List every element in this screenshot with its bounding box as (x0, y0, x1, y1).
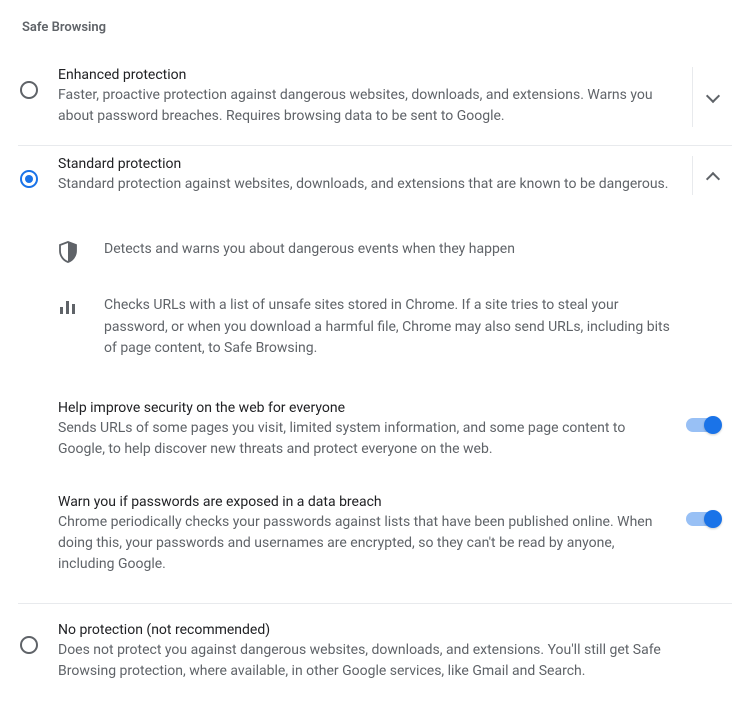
radio-enhanced[interactable] (20, 81, 38, 99)
radio-standard[interactable] (20, 170, 38, 188)
sub-improve-security: Help improve security on the web for eve… (18, 376, 732, 470)
option-content: Enhanced protection Faster, proactive pr… (58, 67, 692, 127)
toggle-col (676, 494, 720, 526)
option-desc: Standard protection against websites, do… (58, 174, 678, 195)
option-standard[interactable]: Standard protection Standard protection … (18, 146, 732, 213)
sub-desc: Chrome periodically checks your password… (58, 512, 658, 575)
shield-icon (58, 239, 104, 263)
radio-col (18, 156, 58, 188)
radio-no-protection[interactable] (20, 636, 38, 654)
option-desc: Faster, proactive protection against dan… (58, 85, 678, 127)
radio-col (18, 622, 58, 654)
sub-desc: Sends URLs of some pages you visit, limi… (58, 418, 658, 460)
sub-title: Warn you if passwords are exposed in a d… (58, 494, 658, 510)
option-content: No protection (not recommended) Does not… (58, 622, 732, 682)
sub-warn-passwords: Warn you if passwords are exposed in a d… (18, 470, 732, 604)
toggle-warn-passwords[interactable] (686, 512, 720, 526)
standard-details: Detects and warns you about dangerous ev… (18, 213, 732, 376)
sub-text: Warn you if passwords are exposed in a d… (58, 494, 676, 575)
detail-urls: Checks URLs with a list of unsafe sites … (58, 279, 732, 376)
option-title: Standard protection (58, 156, 678, 172)
sub-text: Help improve security on the web for eve… (58, 400, 676, 460)
safe-browsing-section: Safe Browsing Enhanced protection Faster… (0, 0, 750, 720)
detail-text: Detects and warns you about dangerous ev… (104, 239, 682, 261)
option-title: Enhanced protection (58, 67, 678, 83)
option-enhanced[interactable]: Enhanced protection Faster, proactive pr… (18, 57, 732, 146)
radio-col (18, 67, 58, 99)
collapse-standard-button[interactable] (692, 156, 732, 195)
detail-text: Checks URLs with a list of unsafe sites … (104, 295, 682, 360)
option-desc: Does not protect you against dangerous w… (58, 640, 682, 682)
option-no-protection[interactable]: No protection (not recommended) Does not… (18, 604, 732, 700)
chevron-down-icon (706, 90, 720, 104)
bars-icon (58, 295, 104, 317)
option-content: Standard protection Standard protection … (58, 156, 692, 195)
section-title: Safe Browsing (22, 20, 732, 35)
toggle-improve-security[interactable] (686, 418, 720, 432)
toggle-col (676, 400, 720, 432)
expand-enhanced-button[interactable] (692, 67, 732, 127)
chevron-up-icon (706, 169, 720, 183)
option-title: No protection (not recommended) (58, 622, 682, 638)
sub-title: Help improve security on the web for eve… (58, 400, 658, 416)
detail-detect: Detects and warns you about dangerous ev… (58, 223, 732, 279)
